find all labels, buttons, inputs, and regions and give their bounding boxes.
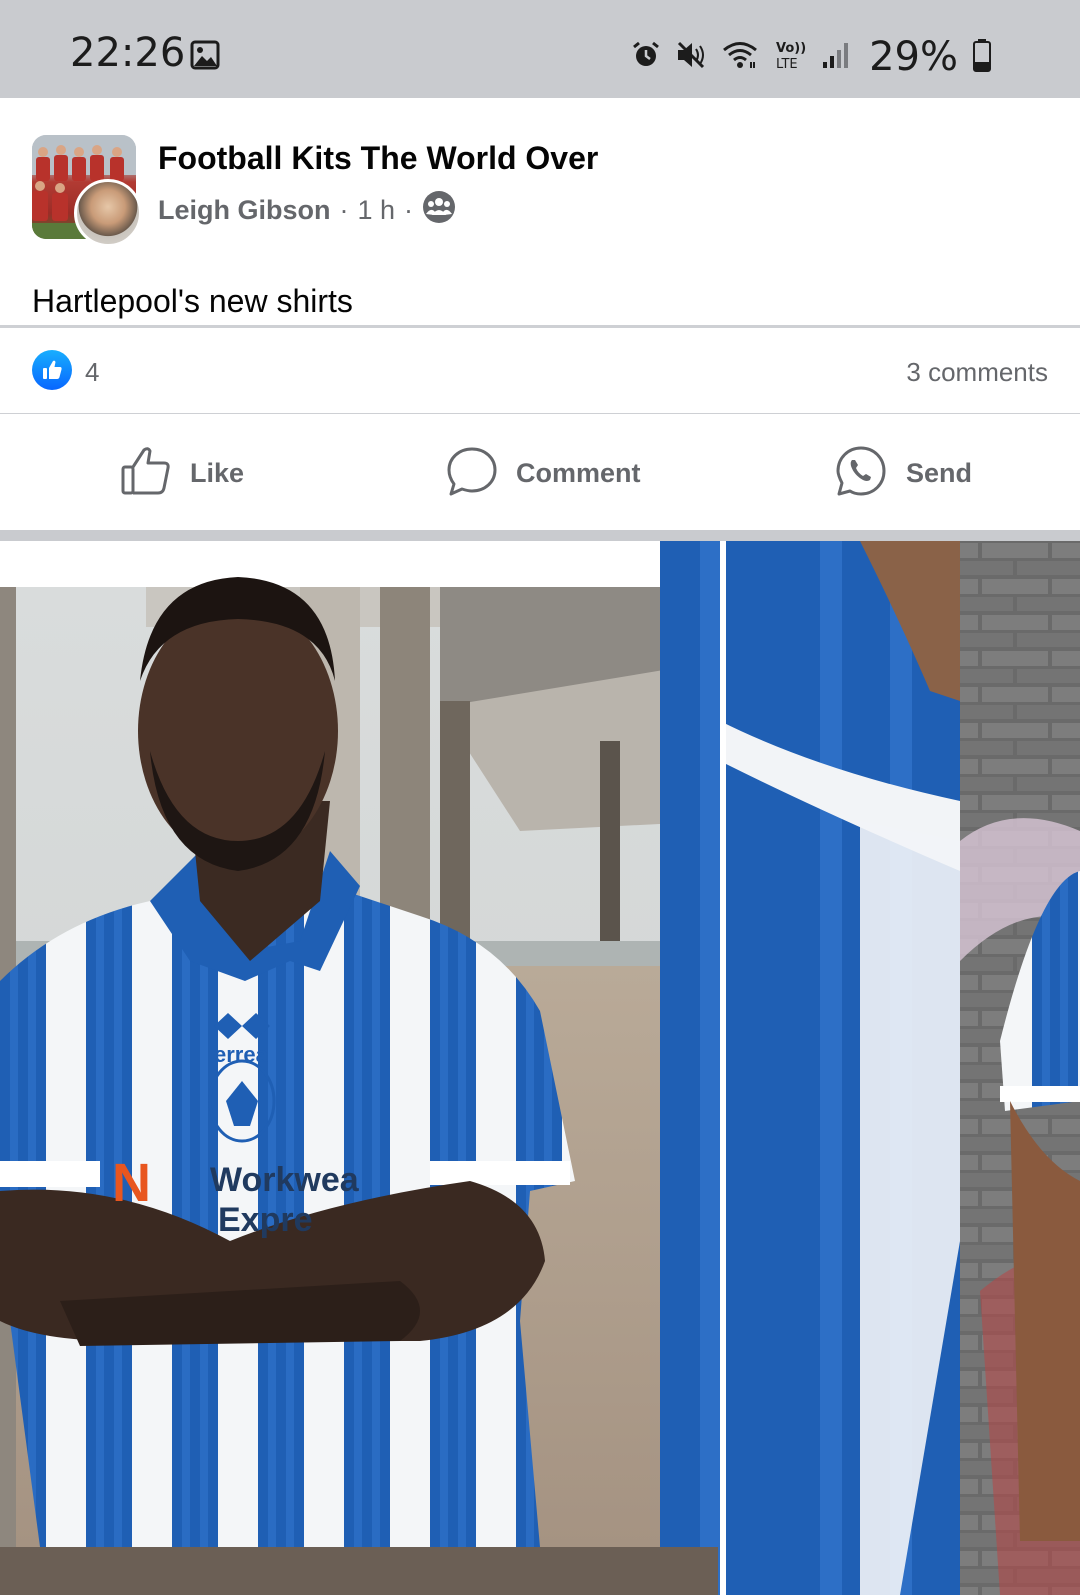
comment-button[interactable]: Comment [446,445,641,501]
whatsapp-icon [834,444,888,503]
battery-percentage: 29% [869,34,958,80]
gallery-icon [190,40,220,75]
jersey-brand-text: errea [214,1042,269,1067]
comment-count[interactable]: 3 comments [906,357,1048,388]
sponsor-line2: Expre [218,1201,313,1239]
battery-icon [972,38,992,77]
mute-icon [675,40,707,75]
like-reaction-icon[interactable] [32,350,72,390]
post-time[interactable]: 1 h [358,195,396,226]
group-avatar[interactable] [32,135,142,247]
status-icons: Vo)) LTE 29% [631,34,992,80]
volte-icon: Vo)) LTE [773,38,807,77]
thumbs-up-icon [120,445,172,502]
svg-text:Vo)): Vo)) [776,41,806,56]
post-meta: Leigh Gibson · 1 h · [158,190,456,231]
sponsor-line1: Workwea [210,1161,360,1199]
divider [0,413,1080,414]
comment-icon [446,445,498,502]
post-photo[interactable]: errea N Workwea Expre [0,541,1080,1595]
meta-separator: · [404,195,414,225]
svg-text:N: N [112,1153,151,1213]
user-avatar [74,179,142,247]
send-label: Send [906,457,973,488]
group-name[interactable]: Football Kits The World Over [158,140,598,177]
post-text: Hartlepool's new shirts [32,283,353,319]
signal-icon [821,40,851,75]
comment-label: Comment [516,457,641,488]
wifi-icon [721,40,759,75]
like-button[interactable]: Like [120,445,244,501]
alarm-icon [631,40,661,75]
meta-separator: · [339,195,349,225]
author-name[interactable]: Leigh Gibson [158,195,331,226]
status-time: 22:26 [70,30,186,76]
section-divider [0,530,1080,541]
reaction-count[interactable]: 4 [85,357,99,388]
like-label: Like [190,457,245,488]
group-audience-icon [422,190,456,231]
status-bar: 22:26 Vo)) LTE 29% [0,0,1080,98]
divider [0,325,1080,328]
svg-text:LTE: LTE [776,57,798,72]
send-button[interactable]: Send [834,445,972,501]
